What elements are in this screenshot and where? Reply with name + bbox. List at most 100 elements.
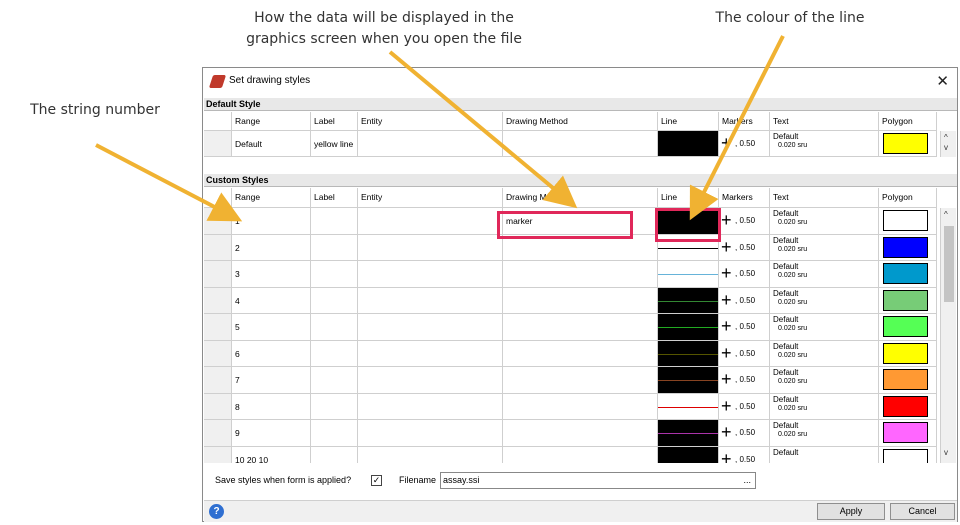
header-gutter[interactable] [204,188,232,207]
text-cell[interactable]: Default 0.020 sru [770,314,879,340]
drawing-method-cell[interactable] [503,314,658,340]
row-gutter[interactable] [204,131,232,156]
drawing-method-cell[interactable] [503,446,658,463]
text-cell[interactable]: Default 0.020 sru [770,287,879,313]
entity-cell[interactable] [358,446,503,463]
row-gutter[interactable] [204,393,232,419]
label-cell[interactable] [311,208,358,234]
polygon-cell[interactable] [879,420,937,446]
range-cell[interactable]: Default [232,131,311,156]
scroll-thumb[interactable] [944,226,954,302]
close-icon[interactable]: ✕ [936,72,949,90]
markers-cell[interactable]: +, 0.50 [719,287,770,313]
markers-cell[interactable]: +, 0.50 [719,420,770,446]
label-cell[interactable] [311,314,358,340]
row-gutter[interactable] [204,446,232,463]
range-cell[interactable]: 1 [232,208,311,234]
browse-button[interactable]: ... [743,473,751,487]
label-cell[interactable]: yellow line [311,131,358,156]
text-cell[interactable]: Default 0.020 sru [770,234,879,260]
polygon-cell[interactable] [879,340,937,366]
line-cell[interactable] [658,314,719,340]
line-cell[interactable] [658,367,719,393]
scroll-up-icon[interactable]: ^ [944,133,948,142]
label-cell[interactable] [311,287,358,313]
line-cell[interactable] [658,261,719,287]
text-cell[interactable]: Default [770,446,879,463]
markers-cell[interactable]: +, 0.50 [719,131,770,156]
help-icon[interactable]: ? [209,504,224,519]
text-cell[interactable]: Default 0.020 sru [770,261,879,287]
markers-cell[interactable]: +, 0.50 [719,208,770,234]
polygon-cell[interactable] [879,393,937,419]
row-gutter[interactable] [204,314,232,340]
save-styles-checkbox[interactable]: ✓ [371,475,382,486]
polygon-cell[interactable] [879,446,937,463]
style-row[interactable]: 10 20 10 +, 0.50 Default [204,446,937,463]
scroll-up-icon[interactable]: ^ [944,210,948,219]
scroll-down-icon[interactable]: v [944,143,948,152]
header-gutter[interactable] [204,112,232,130]
polygon-cell[interactable] [879,208,937,234]
range-cell[interactable]: 3 [232,261,311,287]
range-cell[interactable]: 5 [232,314,311,340]
row-gutter[interactable] [204,261,232,287]
row-gutter[interactable] [204,340,232,366]
label-cell[interactable] [311,234,358,260]
range-cell[interactable]: 9 [232,420,311,446]
line-cell[interactable] [658,420,719,446]
text-cell[interactable]: Default 0.020 sru [770,208,879,234]
label-cell[interactable] [311,446,358,463]
drawing-method-cell[interactable] [503,131,658,156]
apply-button[interactable]: Apply [817,503,885,520]
line-cell[interactable] [658,287,719,313]
markers-cell[interactable]: +, 0.50 [719,367,770,393]
polygon-cell[interactable] [879,261,937,287]
style-row[interactable]: 3 +, 0.50 Default 0.020 sru [204,261,937,288]
style-row[interactable]: 4 +, 0.50 Default 0.020 sru [204,287,937,314]
style-row[interactable]: 5 +, 0.50 Default 0.020 sru [204,314,937,341]
label-cell[interactable] [311,420,358,446]
markers-cell[interactable]: +, 0.50 [719,340,770,366]
line-cell[interactable] [658,131,719,156]
text-cell[interactable]: Default 0.020 sru [770,340,879,366]
range-cell[interactable]: 7 [232,367,311,393]
entity-cell[interactable] [358,314,503,340]
style-row[interactable]: 6 +, 0.50 Default 0.020 sru [204,340,937,367]
polygon-cell[interactable] [879,367,937,393]
custom-scrollbar[interactable]: ^ v [940,208,956,463]
label-cell[interactable] [311,340,358,366]
line-cell[interactable] [658,340,719,366]
range-cell[interactable]: 4 [232,287,311,313]
drawing-method-cell[interactable] [503,261,658,287]
label-cell[interactable] [311,393,358,419]
entity-cell[interactable] [358,393,503,419]
drawing-method-cell[interactable] [503,340,658,366]
text-cell[interactable]: Default 0.020 sru [770,367,879,393]
drawing-method-cell[interactable] [503,393,658,419]
entity-cell[interactable] [358,420,503,446]
range-cell[interactable]: 8 [232,393,311,419]
entity-cell[interactable] [358,234,503,260]
line-cell[interactable] [658,393,719,419]
filename-field[interactable]: assay.ssi ... [440,472,756,489]
row-gutter[interactable] [204,287,232,313]
entity-cell[interactable] [358,208,503,234]
label-cell[interactable] [311,367,358,393]
polygon-cell[interactable] [879,314,937,340]
style-row[interactable]: 7 +, 0.50 Default 0.020 sru [204,367,937,394]
drawing-method-cell[interactable] [503,367,658,393]
style-row[interactable]: 9 +, 0.50 Default 0.020 sru [204,420,937,447]
range-cell[interactable]: 2 [232,234,311,260]
text-cell[interactable]: Default 0.020 sru [770,420,879,446]
entity-cell[interactable] [358,340,503,366]
row-gutter[interactable] [204,208,232,234]
markers-cell[interactable]: +, 0.50 [719,393,770,419]
label-cell[interactable] [311,261,358,287]
markers-cell[interactable]: +, 0.50 [719,261,770,287]
line-cell[interactable] [658,446,719,463]
row-gutter[interactable] [204,420,232,446]
entity-cell[interactable] [358,261,503,287]
polygon-cell[interactable] [879,234,937,260]
default-scrollbar[interactable]: ^ v [940,131,956,157]
